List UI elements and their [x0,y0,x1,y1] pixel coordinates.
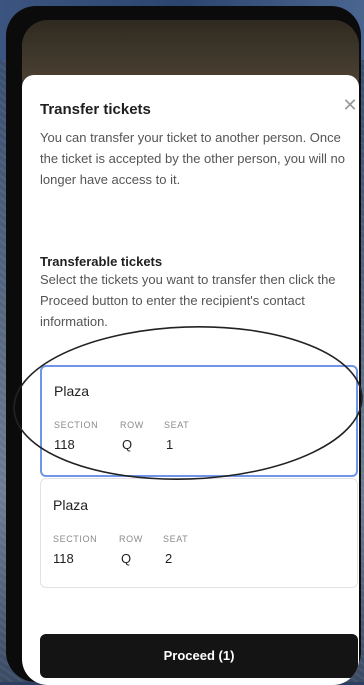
phone-frame: Transfer tickets ✕ You can transfer your… [6,6,361,685]
proceed-button[interactable]: Proceed (1) [40,634,358,678]
transfer-description: You can transfer your ticket to another … [40,130,345,187]
ticket-venue: Plaza [54,383,90,399]
seat-value: 1 [166,437,174,452]
transferable-tickets-description: Select the tickets you want to transfer … [40,272,336,329]
row-value: Q [122,437,133,452]
ticket-card[interactable]: Plaza SECTION ROW SEAT 118 Q 1 [40,365,358,477]
ticket-venue: Plaza [53,497,89,513]
transferable-tickets-heading: Transferable tickets [40,254,163,269]
section-label: SECTION [53,534,98,544]
app-header-area [22,20,359,80]
row-value: Q [121,551,132,566]
section-label: SECTION [54,420,99,430]
ticket-card[interactable]: Plaza SECTION ROW SEAT 118 Q 2 [40,478,358,588]
section-value: 118 [54,437,75,452]
row-label: ROW [120,420,144,430]
transfer-tickets-sheet: Transfer tickets ✕ You can transfer your… [22,75,359,685]
sheet-title: Transfer tickets [40,101,151,118]
phone-screen: Transfer tickets ✕ You can transfer your… [22,20,359,685]
row-label: ROW [119,534,143,544]
seat-label: SEAT [164,420,190,430]
close-icon[interactable]: ✕ [340,95,359,115]
seat-label: SEAT [163,534,189,544]
seat-value: 2 [165,551,173,566]
section-value: 118 [53,551,74,566]
